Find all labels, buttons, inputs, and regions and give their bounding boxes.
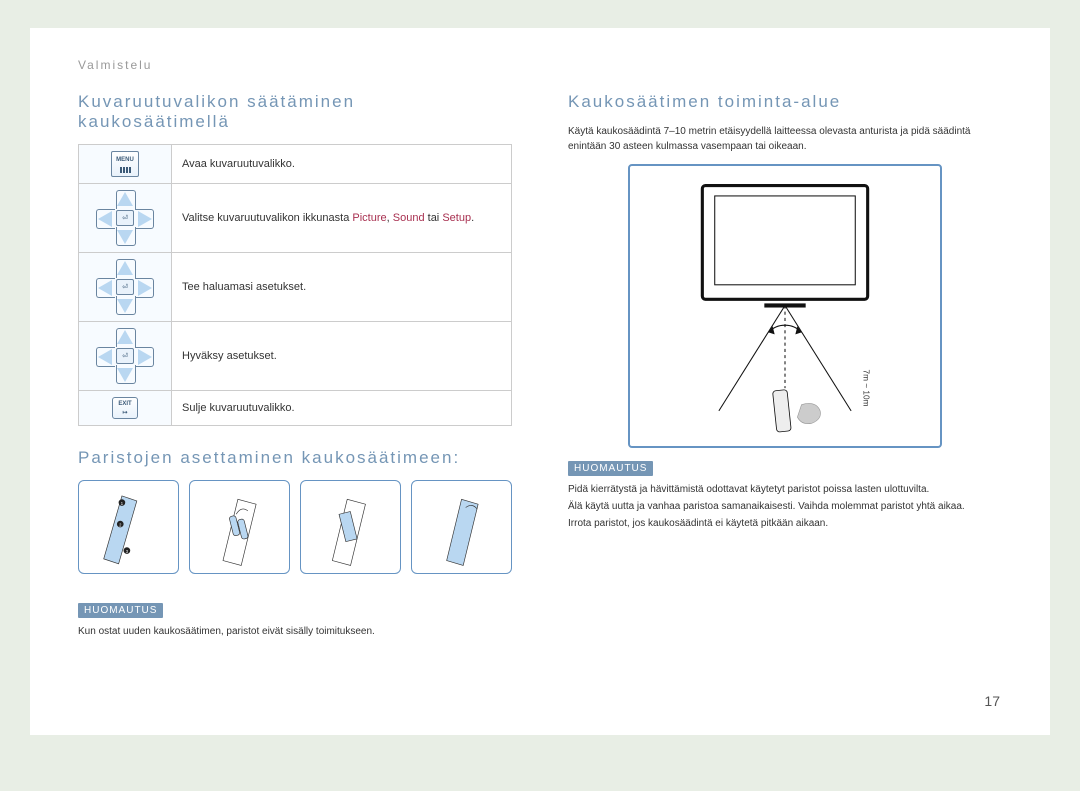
note-label: HUOMAUTUS [568,461,653,476]
dpad-icon: ⏎ [94,190,156,246]
heading-battery: Paristojen asettaminen kaukosäätimeen: [78,448,512,468]
note-line: Irrota paristot, jos kaukosäädintä ei kä… [568,516,1002,531]
table-row: ⏎ Tee haluamasi asetukset. [79,253,512,322]
right-column: Kaukosäätimen toiminta-alue Käytä kaukos… [568,92,1002,641]
note-text: Kun ostat uuden kaukosäätimen, paristot … [78,624,512,639]
note-line: Kun ostat uuden kaukosäätimen, paristot … [78,624,512,639]
battery-panel-2 [189,480,290,574]
note-line: Pidä kierrätystä ja hävittämistä odottav… [568,482,1002,497]
left-column: Kuvaruutuvalikon säätäminen kaukosäätime… [78,92,512,641]
enter-icon: ⏎ [116,348,134,364]
table-row: ⏎ Hyväksy asetukset. [79,322,512,391]
battery-panel-4 [411,480,512,574]
step-text: Valitse kuvaruutuvalikon ikkunasta Pictu… [172,184,512,253]
enter-icon: ⏎ [116,279,134,295]
table-row: EXIT↦ Sulje kuvaruutuvalikko. [79,391,512,426]
enter-icon: ⏎ [116,210,134,226]
dpad-icon: ⏎ [94,328,156,384]
dpad-icon: ⏎ [94,259,156,315]
menu-option-sound: Sound [393,212,425,224]
dpad-cell: ⏎ [79,253,172,322]
left-note: HUOMAUTUS Kun ostat uuden kaukosäätimen,… [78,600,512,639]
step-text: Sulje kuvaruutuvalikko. [172,391,512,426]
dpad-cell: ⏎ [79,184,172,253]
exit-button-label: EXIT [118,401,131,407]
menu-button-icon: MENU [111,151,139,177]
text-fragment: Valitse kuvaruutuvalikon ikkunasta [182,212,352,224]
section-tab: Valmistelu [78,58,1002,72]
note-line: Älä käytä uutta ja vanhaa paristoa saman… [568,499,1002,514]
step-text: Avaa kuvaruutuvalikko. [172,145,512,184]
battery-panel-1: 1 2 3 [78,480,179,574]
battery-panel-3 [300,480,401,574]
table-row: MENU Avaa kuvaruutuvalikko. [79,145,512,184]
exit-button-cell: EXIT↦ [79,391,172,426]
heading-osd-remote: Kuvaruutuvalikon säätäminen kaukosäätime… [78,92,512,132]
two-column-layout: Kuvaruutuvalikon säätäminen kaukosäätime… [78,92,1002,641]
right-note-body: Pidä kierrätystä ja hävittämistä odottav… [568,482,1002,531]
menu-option-picture: Picture [352,212,386,224]
dpad-cell: ⏎ [79,322,172,391]
exit-button-icon: EXIT↦ [112,397,138,419]
table-row: ⏎ Valitse kuvaruutuvalikon ikkunasta Pic… [79,184,512,253]
step-text: Tee haluamasi asetukset. [172,253,512,322]
menu-button-cell: MENU [79,145,172,184]
page: Valmistelu Kuvaruutuvalikon säätäminen k… [30,28,1050,735]
page-number: 17 [984,693,1000,709]
operating-range-figure: 7m ~ 10m [628,164,942,448]
heading-operating-range: Kaukosäätimen toiminta-alue [568,92,1002,112]
remote-steps-table: MENU Avaa kuvaruutuvalikko. ⏎ [78,144,512,426]
note-label: HUOMAUTUS [78,603,163,618]
text-fragment: tai [425,212,443,224]
menu-button-label: MENU [116,157,134,163]
step-text: Hyväksy asetukset. [172,322,512,391]
range-intro: Käytä kaukosäädintä 7–10 metrin etäisyyd… [568,124,1002,154]
battery-panel-row: 1 2 3 [78,480,512,574]
menu-option-setup: Setup [442,212,471,224]
distance-label: 7m ~ 10m [862,369,871,406]
text-fragment: . [471,212,474,224]
